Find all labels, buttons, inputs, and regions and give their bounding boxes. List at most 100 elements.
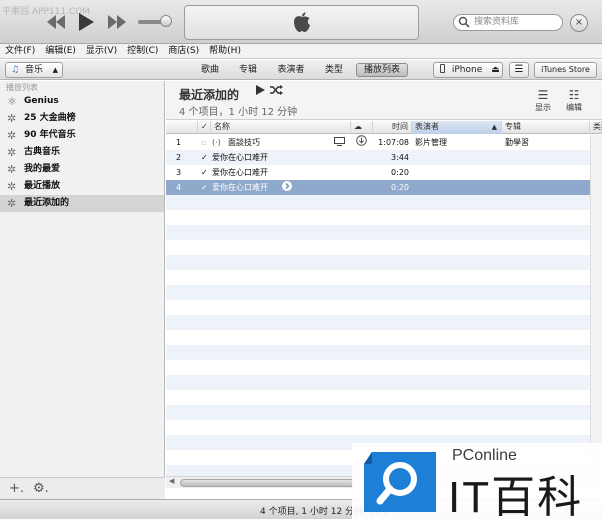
- sidebar-item-label: 我的最爱: [24, 164, 61, 174]
- screen-icon: [334, 135, 345, 150]
- empty-row: [166, 255, 602, 270]
- iphone-device-button[interactable]: iPhone ⏏: [433, 62, 503, 78]
- page-title: 最近添加的: [179, 88, 240, 102]
- search-placeholder: 搜索资料库: [474, 17, 520, 27]
- menu-view[interactable]: 显示(V): [81, 44, 122, 58]
- row-number: 3: [176, 168, 182, 177]
- track-list: 1 ▫ (·) 面談技巧 1:07:08 影片管理 勤學習 2 ✓ 爱你在心口难…: [166, 135, 602, 476]
- sidebar-item-recently-added[interactable]: ✲ 最近添加的: [0, 195, 164, 212]
- gear-icon: ✲: [7, 197, 17, 210]
- volume-knob[interactable]: [160, 15, 172, 27]
- empty-row: [166, 405, 602, 420]
- close-button[interactable]: ×: [570, 14, 588, 32]
- track-name: 面談技巧: [228, 138, 260, 147]
- toolbar: ♫ 音乐 ▲ 歌曲 专辑 表演者 类型 播放列表 iPhone ⏏ ☰ iTun…: [0, 60, 602, 80]
- brand-main-text: IT百科: [448, 473, 584, 522]
- status-display: [184, 5, 419, 40]
- genius-icon: ⚛: [7, 95, 17, 108]
- itunes-store-button[interactable]: iTunes Store: [534, 62, 597, 78]
- column-artist[interactable]: 表演者 ▲: [412, 121, 502, 134]
- pconline-watermark: PConline IT百科: [352, 443, 602, 522]
- sidebar-item-favorites[interactable]: ✲ 我的最爱: [0, 161, 164, 178]
- previous-track-button[interactable]: [45, 12, 67, 32]
- track-time: 0:20: [391, 183, 409, 192]
- next-track-button[interactable]: [106, 12, 128, 32]
- show-button[interactable]: ☰ 显示: [532, 88, 554, 113]
- shuffle-button[interactable]: [270, 85, 283, 98]
- table-row[interactable]: 1 ▫ (·) 面談技巧 1:07:08 影片管理 勤學習: [166, 135, 602, 150]
- title-bar: 平果园 APP111.COM 搜索资料库 ×: [0, 0, 602, 44]
- search-icon: [458, 16, 470, 34]
- play-icon: [256, 85, 265, 95]
- empty-row: [166, 225, 602, 240]
- menu-store[interactable]: 商店(S): [163, 44, 204, 58]
- column-genre[interactable]: 类: [590, 121, 602, 134]
- search-input[interactable]: 搜索资料库: [453, 14, 563, 31]
- tab-playlists[interactable]: 播放列表: [356, 63, 408, 77]
- menu-controls[interactable]: 控制(C): [122, 44, 163, 58]
- empty-row: [166, 195, 602, 210]
- eject-icon[interactable]: ⏏: [491, 65, 500, 75]
- list-menu-button[interactable]: ☰: [509, 62, 529, 78]
- tab-songs[interactable]: 歌曲: [196, 63, 224, 77]
- column-check[interactable]: ✓: [198, 121, 211, 134]
- sidebar-item-genius[interactable]: ⚛ Genius: [0, 93, 164, 110]
- play-button[interactable]: [75, 12, 97, 32]
- menu-edit[interactable]: 编辑(E): [40, 44, 81, 58]
- edit-button[interactable]: ☷ 编辑: [563, 88, 585, 113]
- empty-row: [166, 345, 602, 360]
- tab-artists[interactable]: 表演者: [273, 63, 309, 77]
- row-number: 2: [176, 153, 182, 162]
- edit-label: 编辑: [566, 103, 582, 112]
- sidebar-header: 播放列表: [6, 83, 38, 92]
- empty-row: [166, 375, 602, 390]
- menu-bar: 文件(F) 编辑(E) 显示(V) 控制(C) 商店(S) 帮助(H): [0, 44, 602, 59]
- column-number[interactable]: [166, 121, 198, 134]
- gear-icon: ✲: [7, 180, 17, 193]
- tab-albums[interactable]: 专辑: [234, 63, 262, 77]
- table-header: ✓ 名称 ☁ 时间 表演者 ▲ 专辑 类: [166, 121, 602, 134]
- sidebar-item-90s[interactable]: ✲ 90 年代音乐: [0, 127, 164, 144]
- row-checkbox[interactable]: ✓: [201, 150, 208, 165]
- sidebar-item-top25[interactable]: ✲ 25 大金曲榜: [0, 110, 164, 127]
- track-time: 3:44: [391, 153, 409, 162]
- menu-help[interactable]: 帮助(H): [204, 44, 246, 58]
- scroll-left-arrow-icon[interactable]: ◀: [169, 477, 174, 485]
- vertical-scrollbar[interactable]: [590, 135, 602, 476]
- play-playlist-button[interactable]: [255, 85, 265, 98]
- music-note-icon: ♫: [11, 65, 20, 75]
- playlist-options-button[interactable]: ⚙.: [33, 481, 49, 496]
- download-icon[interactable]: [356, 135, 367, 150]
- row-checkbox[interactable]: ✓: [201, 180, 208, 195]
- main-pane: 最近添加的 4 个项目，1 小时 12 分钟 ☰ 显示 ☷ 编辑 ✓ 名称 ☁ …: [166, 81, 602, 499]
- tab-genres[interactable]: 类型: [320, 63, 348, 77]
- row-checkbox[interactable]: ✓: [201, 165, 208, 180]
- go-arrow-icon[interactable]: [282, 180, 292, 195]
- column-name[interactable]: 名称: [211, 121, 351, 134]
- gear-icon: ✲: [7, 163, 17, 176]
- sidebar-footer: +. ⚙.: [0, 477, 165, 499]
- apple-logo-icon: [293, 12, 310, 32]
- add-playlist-button[interactable]: +.: [9, 481, 24, 496]
- empty-row: [166, 315, 602, 330]
- play-icon: [79, 13, 94, 31]
- table-row[interactable]: 2 ✓ 爱你在心口难开 3:44: [166, 150, 602, 165]
- empty-row: [166, 285, 602, 300]
- track-time: 1:07:08: [378, 138, 409, 147]
- fast-forward-icon: [108, 15, 126, 29]
- row-checkbox[interactable]: ▫: [201, 135, 206, 150]
- sidebar-item-label: 90 年代音乐: [24, 130, 76, 140]
- scroll-thumb[interactable]: [180, 479, 355, 487]
- table-row[interactable]: 3 ✓ 爱你在心口难开 0:20: [166, 165, 602, 180]
- sidebar-item-classical[interactable]: ✲ 古典音乐: [0, 144, 164, 161]
- sidebar-item-label: 最近添加的: [24, 198, 70, 208]
- source-label: 音乐: [24, 65, 43, 75]
- column-cloud[interactable]: ☁: [351, 121, 373, 134]
- sidebar-item-recently-played[interactable]: ✲ 最近播放: [0, 178, 164, 195]
- column-album[interactable]: 专辑: [502, 121, 590, 134]
- track-artist: 影片管理: [415, 138, 447, 147]
- library-source-select[interactable]: ♫ 音乐 ▲: [5, 62, 63, 78]
- menu-file[interactable]: 文件(F): [0, 44, 40, 58]
- column-time[interactable]: 时间: [373, 121, 412, 134]
- table-row-selected[interactable]: 4 ✓ 爱你在心口难开 0:20: [166, 180, 602, 195]
